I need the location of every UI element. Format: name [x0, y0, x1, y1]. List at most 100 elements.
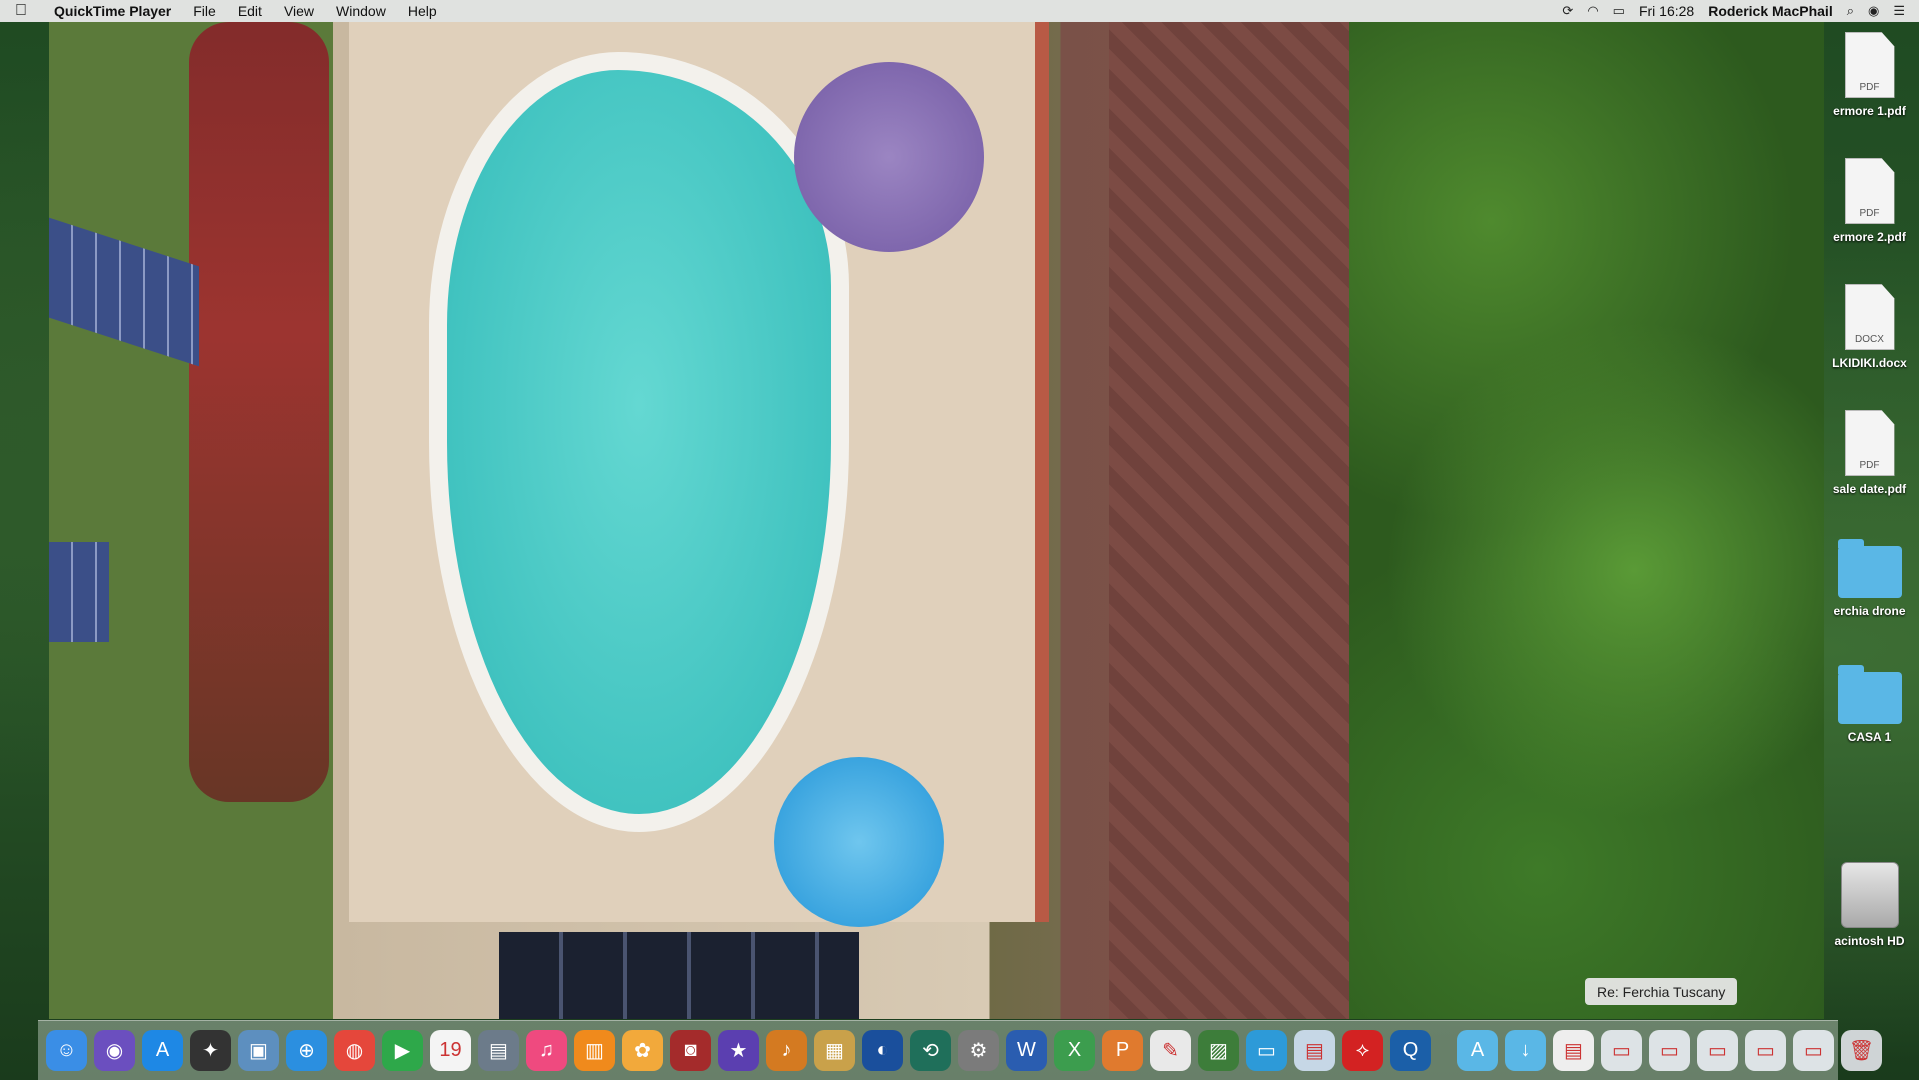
desktop-drive[interactable]: acintosh HD — [1820, 858, 1919, 984]
airplay-icon[interactable]: ▭ — [1613, 3, 1625, 19]
app-menu[interactable]: QuickTime Player — [42, 3, 182, 19]
menu-edit[interactable]: Edit — [227, 3, 273, 19]
quicktime-icon-glyph: Q — [1402, 1039, 1419, 1061]
menu-user[interactable]: Roderick MacPhail — [1708, 3, 1833, 19]
red-hedge — [189, 22, 329, 802]
menu-clock[interactable]: Fri 16:28 — [1639, 3, 1694, 19]
desktop-file[interactable]: DOCX LKIDIKI.docx — [1820, 280, 1919, 406]
excel-icon[interactable]: X — [1054, 1030, 1095, 1071]
system-preferences-icon-glyph: ⚙ — [969, 1040, 988, 1062]
notes-icon-glyph: ▦ — [825, 1040, 844, 1062]
ibooks-icon[interactable]: ▥ — [574, 1030, 615, 1071]
notes-icon[interactable]: ▦ — [814, 1030, 855, 1071]
app-store-icon[interactable]: A — [142, 1030, 183, 1071]
pdf-file-icon: PDF — [1844, 158, 1895, 224]
itunes-icon[interactable]: ♫ — [526, 1030, 567, 1071]
desktop-icons: PDF ermore 1.pdf PDF ermore 2.pdf DOCX L… — [1820, 28, 1919, 984]
notification-center-icon[interactable]: ☰ — [1893, 3, 1905, 19]
photo-booth-icon[interactable]: ◙ — [670, 1030, 711, 1071]
window-minimized-3-icon-glyph: ▭ — [1708, 1040, 1727, 1062]
garageband-icon-glyph: ♪ — [781, 1039, 792, 1061]
google-earth-icon[interactable]: ◐ — [862, 1030, 903, 1071]
purple-umbrella — [794, 62, 984, 252]
window-minimized-3-icon[interactable]: ▭ — [1697, 1030, 1738, 1071]
app-store-icon-glyph: A — [155, 1039, 170, 1061]
window-minimized-5-icon[interactable]: ▭ — [1793, 1030, 1834, 1071]
solar-panel — [49, 542, 109, 642]
textedit-icon[interactable]: ✎ — [1150, 1030, 1191, 1071]
menu-view[interactable]: View — [273, 3, 325, 19]
textedit-icon-glyph: ✎ — [1162, 1040, 1179, 1062]
window-minimized-2-icon-glyph: ▭ — [1660, 1040, 1679, 1062]
desktop-file-label: ermore 2.pdf — [1833, 230, 1906, 244]
desktop-file[interactable]: PDF ermore 1.pdf — [1820, 28, 1919, 154]
downloads-folder-icon-glyph: ↓ — [1520, 1039, 1531, 1061]
window-minimized-4-icon-glyph: ▭ — [1756, 1040, 1775, 1062]
quicktime-icon[interactable]: Q — [1390, 1030, 1431, 1071]
garageband-icon[interactable]: ♪ — [766, 1030, 807, 1071]
folder-icon — [1837, 665, 1902, 724]
time-machine-icon[interactable]: ⟲ — [910, 1030, 951, 1071]
document-stack-icon[interactable]: ▤ — [1553, 1030, 1594, 1071]
desktop-folder[interactable]: erchia drone — [1820, 532, 1919, 658]
menu-window[interactable]: Window — [325, 3, 397, 19]
powerpoint-icon[interactable]: P — [1102, 1030, 1143, 1071]
trash-icon[interactable]: 🗑 — [1841, 1030, 1882, 1071]
launchpad-icon[interactable]: ✦ — [190, 1030, 231, 1071]
siri-menu-icon[interactable]: ◉ — [1868, 3, 1879, 19]
imovie-icon-glyph: ★ — [729, 1040, 748, 1062]
acrobat-icon-glyph: ⟡ — [1355, 1039, 1370, 1061]
wifi-icon[interactable]: ◠ — [1587, 3, 1598, 19]
menu-help[interactable]: Help — [397, 3, 448, 19]
blue-umbrella — [774, 757, 944, 927]
window-minimized-1-icon-glyph: ▭ — [1612, 1040, 1631, 1062]
calendar-icon[interactable]: 19 — [430, 1030, 471, 1071]
document-stack-icon-glyph: ▤ — [1564, 1040, 1583, 1062]
screen-sharing-icon[interactable]: ▭ — [1246, 1030, 1287, 1071]
menu-file[interactable]: File — [182, 3, 227, 19]
dock-tooltip: Re: Ferchia Tuscany — [1585, 978, 1738, 1005]
siri-icon[interactable]: ◉ — [94, 1030, 135, 1071]
desktop-file[interactable]: PDF sale date.pdf — [1820, 406, 1919, 532]
time-machine-icon-glyph: ⟲ — [922, 1040, 939, 1062]
desktop-file[interactable]: PDF ermore 2.pdf — [1820, 154, 1919, 280]
image-capture-icon[interactable]: ▤ — [478, 1030, 519, 1071]
applications-folder-icon[interactable]: A — [1457, 1030, 1498, 1071]
applications-folder-icon-glyph: A — [1470, 1039, 1485, 1061]
brick-path — [1109, 22, 1349, 1019]
imovie-icon[interactable]: ★ — [718, 1030, 759, 1071]
excel-icon-glyph: X — [1067, 1039, 1082, 1061]
pdf-file-icon: PDF — [1844, 410, 1895, 476]
facetime-icon[interactable]: ▶ — [382, 1030, 423, 1071]
window-minimized-4-icon[interactable]: ▭ — [1745, 1030, 1786, 1071]
video-frame[interactable] — [49, 22, 1824, 1019]
calendar-icon-glyph: 19 — [439, 1039, 462, 1061]
finder-icon[interactable]: ☺ — [46, 1030, 87, 1071]
spotlight-search-icon[interactable]: ⌕ — [1847, 3, 1854, 19]
window-minimized-1-icon[interactable]: ▭ — [1601, 1030, 1642, 1071]
desktop-drive-label: acintosh HD — [1834, 934, 1905, 948]
preview-images-icon[interactable]: ▤ — [1294, 1030, 1335, 1071]
photo-app-icon[interactable]: ▨ — [1198, 1030, 1239, 1071]
downloads-folder-icon[interactable]: ↓ — [1505, 1030, 1546, 1071]
facetime-icon-glyph: ▶ — [394, 1040, 411, 1062]
preview-icon[interactable]: ▣ — [238, 1030, 279, 1071]
acrobat-icon[interactable]: ⟡ — [1342, 1030, 1383, 1071]
apple-menu-icon[interactable]:  — [0, 2, 42, 20]
word-icon[interactable]: W — [1006, 1030, 1047, 1071]
safari-icon[interactable]: ⊕ — [286, 1030, 327, 1071]
folder-icon — [1837, 539, 1902, 598]
tree-canopy — [1349, 22, 1824, 1019]
photos-icon[interactable]: ✿ — [622, 1030, 663, 1071]
desktop-folder[interactable]: CASA 1 — [1820, 658, 1919, 784]
desktop-folder-label: CASA 1 — [1847, 730, 1892, 744]
chrome-icon[interactable]: ◍ — [334, 1030, 375, 1071]
pdf-file-icon: PDF — [1844, 32, 1895, 98]
siri-icon-glyph: ◉ — [105, 1040, 124, 1062]
sync-icon[interactable]: ⟳ — [1562, 3, 1573, 19]
itunes-icon-glyph: ♫ — [539, 1039, 554, 1061]
system-preferences-icon[interactable]: ⚙ — [958, 1030, 999, 1071]
desktop-file-label: sale date.pdf — [1832, 482, 1907, 496]
window-minimized-2-icon[interactable]: ▭ — [1649, 1030, 1690, 1071]
desktop-folder-label: erchia drone — [1833, 604, 1906, 618]
